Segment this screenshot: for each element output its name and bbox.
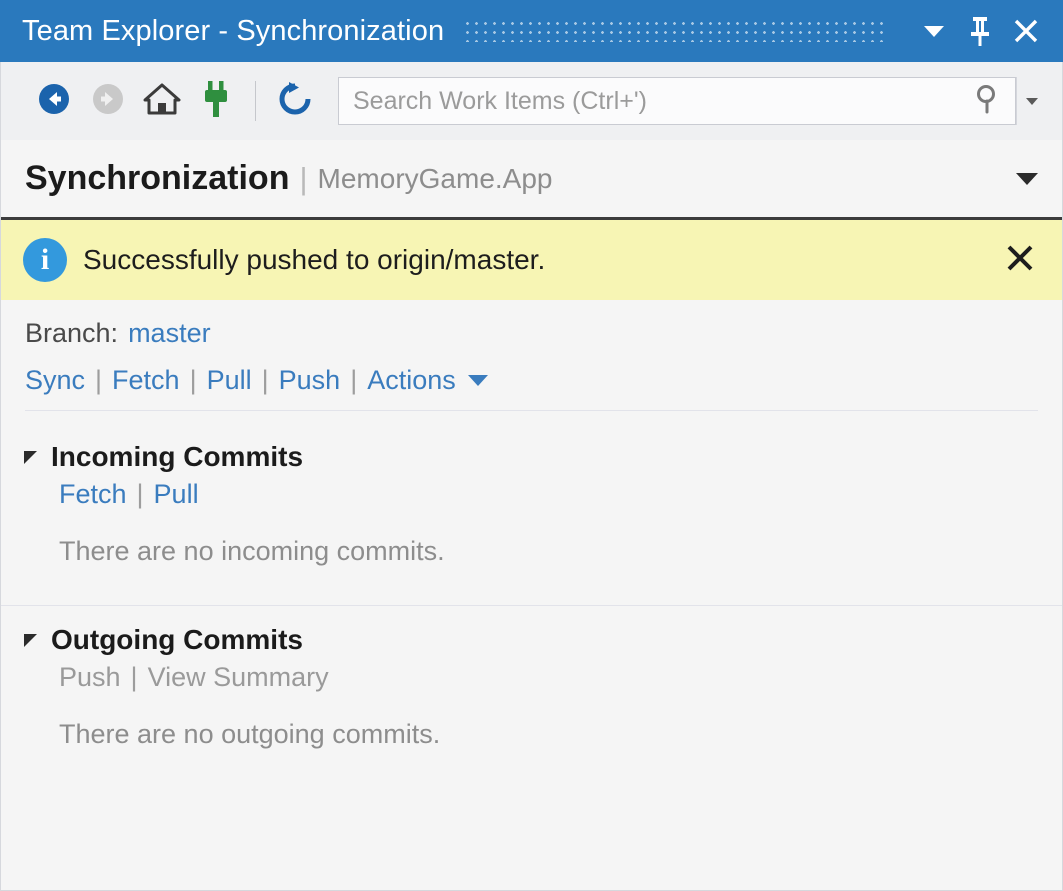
toolbar-divider [255, 81, 256, 121]
search-magnifier-icon [972, 82, 1006, 121]
pull-link[interactable]: Pull [207, 365, 252, 396]
branch-name[interactable]: master [128, 318, 211, 348]
notification-message: Successfully pushed to origin/master. [83, 244, 546, 275]
back-arrow-icon [34, 79, 74, 124]
link-separator: | [136, 479, 144, 509]
incoming-commits-section: Incoming Commits Fetch | Pull There are … [1, 423, 1062, 591]
refresh-button[interactable] [268, 74, 322, 128]
page-header: Synchronization | MemoryGame.App [1, 140, 1062, 220]
home-icon [141, 79, 183, 124]
close-icon [1004, 242, 1036, 279]
info-icon: i [23, 238, 67, 282]
push-link[interactable]: Push [279, 365, 341, 396]
fetch-link[interactable]: Fetch [112, 365, 180, 396]
incoming-commits-status: There are no incoming commits. [59, 536, 445, 566]
forward-arrow-icon [88, 79, 128, 124]
link-separator: | [189, 365, 197, 395]
close-icon [1011, 16, 1041, 46]
team-explorer-toolbar [0, 62, 1063, 140]
dismiss-notification-button[interactable] [996, 236, 1044, 284]
sync-link[interactable]: Sync [25, 365, 85, 396]
pin-window-button[interactable] [957, 8, 1003, 54]
branch-row: Branch: master [25, 318, 1038, 349]
incoming-commits-title: Incoming Commits [51, 441, 304, 472]
link-separator: | [130, 662, 138, 692]
drag-handle-dots[interactable] [466, 20, 889, 42]
page-subtitle: MemoryGame.App [317, 162, 553, 194]
section-divider [25, 410, 1038, 411]
outgoing-commits-links: Push | View Summary [59, 662, 1038, 693]
page-menu-button[interactable] [1016, 172, 1038, 185]
window-title: Team Explorer - Synchronization [22, 14, 445, 47]
incoming-fetch-link[interactable]: Fetch [59, 479, 127, 510]
page-title: Synchronization [25, 159, 290, 197]
team-explorer-window: Team Explorer - Synchronization Search W… [0, 0, 1063, 891]
search-box[interactable] [338, 77, 1016, 125]
outgoing-commits-status: There are no outgoing commits. [59, 719, 441, 749]
branch-section: Branch: master Sync | Fetch | Pull | Push… [1, 300, 1062, 423]
pin-icon [967, 14, 993, 48]
chevron-down-icon[interactable] [467, 375, 488, 386]
branch-label: Branch: [25, 318, 119, 348]
link-separator: | [95, 365, 103, 395]
branch-action-links: Sync | Fetch | Pull | Push | Actions [25, 365, 1038, 396]
search-button[interactable] [963, 78, 1015, 124]
triangle-expanded-icon[interactable] [19, 629, 41, 651]
incoming-commits-links: Fetch | Pull [59, 479, 1038, 510]
refresh-icon [274, 78, 316, 125]
chevron-down-icon [1025, 97, 1038, 105]
outgoing-view-summary-link[interactable]: View Summary [148, 662, 329, 693]
incoming-pull-link[interactable]: Pull [154, 479, 199, 510]
outgoing-commits-header[interactable]: Outgoing Commits [19, 624, 1038, 656]
connect-button[interactable] [189, 74, 243, 128]
page-title-separator: | [299, 160, 308, 196]
incoming-commits-header[interactable]: Incoming Commits [19, 441, 1038, 473]
outgoing-commits-title: Outgoing Commits [51, 624, 303, 655]
window-title-bar: Team Explorer - Synchronization [0, 0, 1063, 62]
notification-bar: i Successfully pushed to origin/master. [1, 220, 1062, 300]
home-button[interactable] [135, 74, 189, 128]
back-button[interactable] [27, 74, 81, 128]
chevron-down-icon [924, 25, 944, 37]
team-explorer-content: Synchronization | MemoryGame.App i Succe… [0, 140, 1063, 891]
actions-link[interactable]: Actions [367, 365, 456, 396]
outgoing-push-link[interactable]: Push [59, 662, 121, 693]
forward-button[interactable] [81, 74, 135, 128]
outgoing-commits-section: Outgoing Commits Push | View Summary The… [1, 606, 1062, 774]
link-separator: | [261, 365, 269, 395]
search-options-button[interactable] [1016, 77, 1046, 125]
search-input[interactable] [339, 78, 963, 124]
plug-connect-icon [198, 78, 234, 125]
triangle-expanded-icon[interactable] [19, 446, 41, 468]
close-window-button[interactable] [1003, 8, 1049, 54]
link-separator: | [350, 365, 358, 395]
window-menu-button[interactable] [911, 8, 957, 54]
